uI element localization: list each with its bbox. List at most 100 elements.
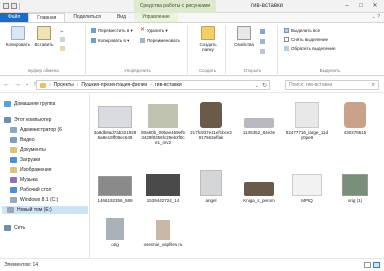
- edit-icon: [260, 39, 265, 44]
- new-folder-button[interactable]: Создать папку: [194, 26, 222, 52]
- properties-button[interactable]: Свойства: [230, 26, 258, 47]
- file-item[interactable]: 82477716_large_11dy0pe9: [285, 100, 329, 140]
- select-all-button[interactable]: Выделить все: [284, 27, 320, 34]
- tab-manage[interactable]: Управление: [134, 13, 178, 22]
- tab-home[interactable]: Главная: [28, 13, 66, 22]
- breadcrumb-projects[interactable]: Проекты: [54, 82, 74, 88]
- nav-this-pc[interactable]: Этот компьютер: [4, 116, 51, 124]
- homegroup-icon: [4, 101, 11, 107]
- file-item[interactable]: 1539442724_14: [141, 168, 185, 203]
- search-input[interactable]: Поиск: гив-вставки ⌕: [285, 80, 379, 90]
- nav-desktop[interactable]: Рабочий стол: [10, 186, 51, 194]
- file-item[interactable]: 430278615: [333, 100, 377, 135]
- nav-homegroup[interactable]: Домашняя группа: [4, 100, 55, 108]
- copy-icon: [11, 26, 25, 40]
- close-button[interactable]: ✕: [368, 1, 382, 11]
- file-item[interactable]: angel: [189, 168, 233, 203]
- tab-file[interactable]: Файл: [0, 13, 29, 22]
- open-group: Свойства Открыть: [228, 25, 278, 74]
- minimize-button[interactable]: –: [340, 1, 354, 11]
- move-to-button[interactable]: Переместить в ▾: [91, 27, 133, 34]
- copy-path-button[interactable]: [60, 36, 65, 43]
- new-folder-label: Создать папку: [199, 42, 217, 52]
- history-dropdown-icon[interactable]: ⌄: [25, 80, 29, 89]
- copy-to-label: Копировать в ▾: [98, 38, 130, 43]
- window-controls: – □ ✕: [340, 1, 382, 11]
- history-button[interactable]: [260, 48, 265, 55]
- tab-view[interactable]: Вид: [109, 13, 134, 22]
- back-arrow-icon[interactable]: ←: [3, 80, 10, 89]
- copy-to-icon: [91, 38, 96, 43]
- copy-button[interactable]: Копировать: [4, 26, 32, 47]
- nav-pictures[interactable]: Изображения: [10, 166, 51, 174]
- edit-button[interactable]: [260, 38, 265, 45]
- invert-selection-button[interactable]: Обратить выделение: [284, 45, 335, 52]
- file-item[interactable]: MPtQ: [285, 168, 329, 203]
- invert-selection-label: Обратить выделение: [291, 46, 336, 51]
- nav-drive-e[interactable]: Новый том (E:): [2, 206, 88, 214]
- file-name: 3a9db8ad7ab3219285a8e19ff08ec649: [93, 130, 137, 140]
- file-item[interactable]: 80a80b_09bae469ef53429f8356fc29eb2f0ce1_…: [141, 100, 185, 145]
- breadcrumb-pushkin[interactable]: Пушкин-презентация-филин: [81, 82, 147, 88]
- documents-icon: [10, 147, 17, 153]
- select-group-label: Выделить: [319, 68, 341, 73]
- path-icon: [60, 37, 65, 42]
- file-item[interactable]: Kniga_s_perom: [237, 168, 281, 203]
- select-none-button[interactable]: Снять выделение: [284, 36, 328, 43]
- breadcrumb-current[interactable]: гив-вставки: [155, 82, 182, 88]
- pictures-icon: [10, 167, 17, 173]
- file-thumb-1: [148, 104, 178, 128]
- file-name: 430278615: [343, 130, 367, 135]
- thumbnail: [285, 168, 329, 196]
- file-thumb-8: [200, 170, 222, 196]
- rename-button[interactable]: Переименовать: [140, 37, 180, 44]
- file-item[interactable]: orig: [93, 212, 137, 247]
- computer-icon: [4, 117, 11, 123]
- properties-label: Свойства: [234, 42, 254, 47]
- file-item[interactable]: orig (1): [333, 168, 377, 203]
- file-item[interactable]: 3a9db8ad7ab3219285a8e19ff08ec649: [93, 100, 137, 140]
- tab-share[interactable]: Поделиться: [65, 13, 109, 22]
- cut-button[interactable]: ✂: [60, 27, 65, 34]
- details-view-icon[interactable]: [364, 262, 371, 268]
- clipboard-group: Копировать Вставить ✂ Буфер обмена: [2, 25, 86, 74]
- copy-to-button[interactable]: Копировать в ▾: [91, 37, 129, 44]
- thumbnail: [189, 100, 233, 128]
- maximize-button[interactable]: □: [354, 1, 368, 11]
- file-name: MPtQ: [301, 198, 313, 203]
- nav-network[interactable]: Сеть: [4, 224, 25, 232]
- nav-drive-c[interactable]: Windows 8.1 (C:): [10, 196, 58, 204]
- refresh-icon[interactable]: ↻: [262, 82, 267, 89]
- nav-music[interactable]: Музыка: [10, 176, 38, 184]
- file-thumb-10: [292, 174, 322, 196]
- file-item[interactable]: 1135352_84e3e: [237, 100, 281, 135]
- select-all-icon: [284, 28, 289, 33]
- file-thumb-12: [106, 218, 124, 240]
- ribbon-expand-icon[interactable]: ⌄ ?: [372, 13, 384, 22]
- invert-selection-icon: [284, 46, 289, 51]
- thumbnail: [237, 168, 281, 196]
- nav-documents[interactable]: Документы: [10, 146, 46, 154]
- file-item[interactable]: 1466192356_589: [93, 168, 137, 203]
- thumbnail: [189, 168, 233, 196]
- address-bar[interactable]: › Проекты › Пушкин-презентация-филин › г…: [36, 80, 270, 90]
- nav-downloads[interactable]: Загрузки: [10, 156, 40, 164]
- organize-group-label: Упорядочить: [124, 68, 151, 73]
- file-name: orig: [111, 242, 119, 247]
- file-item[interactable]: 217fc937e11ef1bce2917563effak: [189, 100, 233, 140]
- file-thumb-5: [344, 102, 366, 128]
- file-name: 1466192356_589: [97, 198, 133, 203]
- drive-icon: [10, 197, 17, 203]
- paste-button[interactable]: Вставить: [30, 26, 58, 47]
- paste-shortcut-button[interactable]: [60, 45, 65, 52]
- delete-button[interactable]: ✕ Удалить ▾: [140, 27, 168, 34]
- file-item[interactable]: osennie_vapfiles.ru: [141, 212, 185, 247]
- address-dropdown-icon[interactable]: ⌄: [255, 83, 259, 89]
- forward-arrow-icon[interactable]: →: [14, 80, 21, 89]
- nav-video[interactable]: Видео: [10, 136, 35, 144]
- large-icons-view-icon[interactable]: [373, 262, 380, 268]
- search-icon[interactable]: ⌕: [372, 81, 375, 89]
- file-name: angel: [205, 198, 217, 203]
- nav-admin[interactable]: Администратор (6: [10, 126, 62, 134]
- open-button[interactable]: [260, 28, 265, 35]
